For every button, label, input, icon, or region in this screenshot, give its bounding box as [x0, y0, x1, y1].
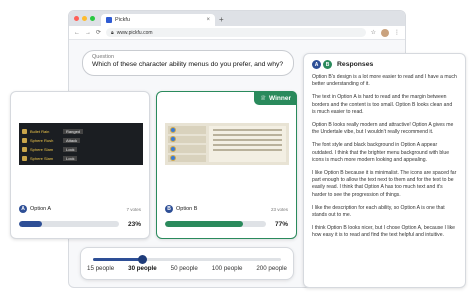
- url-field[interactable]: 🔒︎ www.pickfu.com: [106, 28, 366, 37]
- question-box: Question Which of these character abilit…: [82, 50, 294, 76]
- text-line: [213, 149, 282, 151]
- reload-icon[interactable]: ⟳: [96, 29, 101, 36]
- response-item: The text in Option A is hard to read and…: [312, 94, 453, 115]
- option-b-badge: B: [165, 205, 173, 213]
- slider-option[interactable]: 30 people: [128, 265, 157, 272]
- option-a-badge: A: [312, 60, 321, 69]
- menu-row: Sphere Slam Lock: [22, 154, 140, 162]
- response-item: I like Option B because it is minimalist…: [312, 170, 457, 198]
- tab-bar: Pickfu × +: [69, 11, 405, 26]
- back-icon[interactable]: ←: [74, 30, 80, 36]
- option-b-card[interactable]: ♕ Winner B Option B 23 votes 77%: [156, 91, 297, 239]
- question-text: Which of these character ability menus d…: [92, 61, 284, 68]
- text-line: [213, 129, 282, 131]
- profile-avatar[interactable]: [381, 28, 389, 37]
- text-line: [213, 134, 282, 136]
- option-a-votes: 7 votes: [126, 206, 141, 212]
- winner-label: Winner: [269, 94, 291, 102]
- option-b-votes: 23 votes: [270, 206, 288, 212]
- option-a-card[interactable]: Bullet Rain Ranged Sphere Rush Attack Sphe…: [10, 91, 150, 239]
- ability-detail-panel: [209, 126, 286, 162]
- response-item: I like the description for each ability,…: [312, 204, 445, 219]
- option-a-progress-bar: [19, 221, 119, 227]
- trophy-icon: ♕: [260, 95, 267, 102]
- ability-icon: [170, 136, 176, 143]
- option-a-screenshot: Bullet Rain Ranged Sphere Rush Attack Sphe…: [19, 123, 143, 165]
- response-item: I think Option B looks nicer, but I chos…: [312, 225, 455, 239]
- ability-icon: [22, 146, 27, 152]
- response-item: Option B looks really modern and attract…: [312, 122, 454, 136]
- responses-header: A B Responses: [312, 60, 457, 69]
- option-b-badge: B: [323, 60, 332, 69]
- option-b-result: 77%: [165, 219, 288, 229]
- address-bar: ← → ⟳ 🔒︎ www.pickfu.com ☆ ⋮: [69, 26, 405, 40]
- new-tab-button[interactable]: +: [219, 14, 224, 26]
- option-b-percent: 77%: [274, 220, 288, 228]
- ability-item: [168, 145, 206, 153]
- option-b-screenshot: [165, 123, 289, 165]
- text-line: [213, 139, 282, 141]
- option-a-result: 23%: [19, 219, 141, 229]
- responses-title: Responses: [337, 61, 374, 68]
- ability-list: [168, 126, 206, 162]
- slider-labels: 15 people 30 people 50 people 100 people…: [87, 265, 287, 272]
- option-a-progress-fill: [19, 221, 42, 227]
- menu-row: Sphere Slam Lock: [22, 145, 140, 153]
- close-window-dot[interactable]: [74, 16, 79, 21]
- ability-icon: [170, 155, 176, 162]
- ability-item: [168, 135, 206, 143]
- audience-size-slider: 15 people 30 people 50 people 100 people…: [80, 247, 294, 280]
- question-label: Question: [92, 54, 115, 60]
- ability-icon: [170, 145, 176, 152]
- forward-icon[interactable]: →: [85, 30, 91, 36]
- option-a-header: A Option A 7 votes: [19, 205, 141, 213]
- minimize-window-dot[interactable]: [82, 16, 87, 21]
- option-a-badge: A: [19, 205, 27, 213]
- ability-item: [168, 126, 206, 134]
- ability-icon: [22, 155, 27, 161]
- winner-badge: ♕ Winner: [254, 91, 297, 105]
- window-controls: [74, 16, 95, 21]
- response-item: The font style and black background in O…: [312, 142, 450, 163]
- ability-icon: [170, 126, 176, 133]
- responses-panel: A B Responses Option B's design is a lot…: [303, 53, 466, 288]
- option-a-name: Option A: [30, 206, 52, 212]
- text-line: [213, 144, 282, 146]
- bookmark-icon[interactable]: ☆: [371, 29, 376, 36]
- maximize-window-dot[interactable]: [90, 16, 95, 21]
- menu-row: Sphere Rush Attack: [22, 136, 140, 144]
- response-item: Option B's design is a lot more easier t…: [312, 74, 457, 88]
- option-b-header: B Option B 23 votes: [165, 205, 288, 213]
- option-b-progress-bar: [165, 221, 266, 227]
- menu-row: Bullet Rain Ranged: [22, 127, 140, 135]
- slider-option[interactable]: 15 people: [87, 265, 114, 272]
- slider-thumb[interactable]: [138, 255, 148, 264]
- favicon-icon: [106, 17, 112, 23]
- slider-track-fill: [93, 258, 143, 261]
- ability-icon: [22, 137, 27, 143]
- slider-option[interactable]: 200 people: [256, 265, 287, 272]
- slider-option[interactable]: 50 people: [171, 265, 198, 272]
- ability-icon: [22, 128, 27, 134]
- slider-option[interactable]: 100 people: [212, 265, 243, 272]
- tab-title: Pickfu: [115, 17, 130, 23]
- menu-icon[interactable]: ⋮: [394, 29, 400, 36]
- option-a-percent: 23%: [127, 220, 141, 228]
- url-text: www.pickfu.com: [116, 29, 153, 36]
- lock-icon: 🔒︎: [111, 29, 114, 36]
- browser-tab[interactable]: Pickfu ×: [101, 14, 215, 26]
- ability-item: [168, 154, 206, 162]
- option-b-progress-fill: [165, 221, 243, 227]
- slider-track[interactable]: [93, 255, 281, 264]
- close-tab-icon[interactable]: ×: [206, 17, 210, 23]
- option-b-name: Option B: [176, 206, 198, 212]
